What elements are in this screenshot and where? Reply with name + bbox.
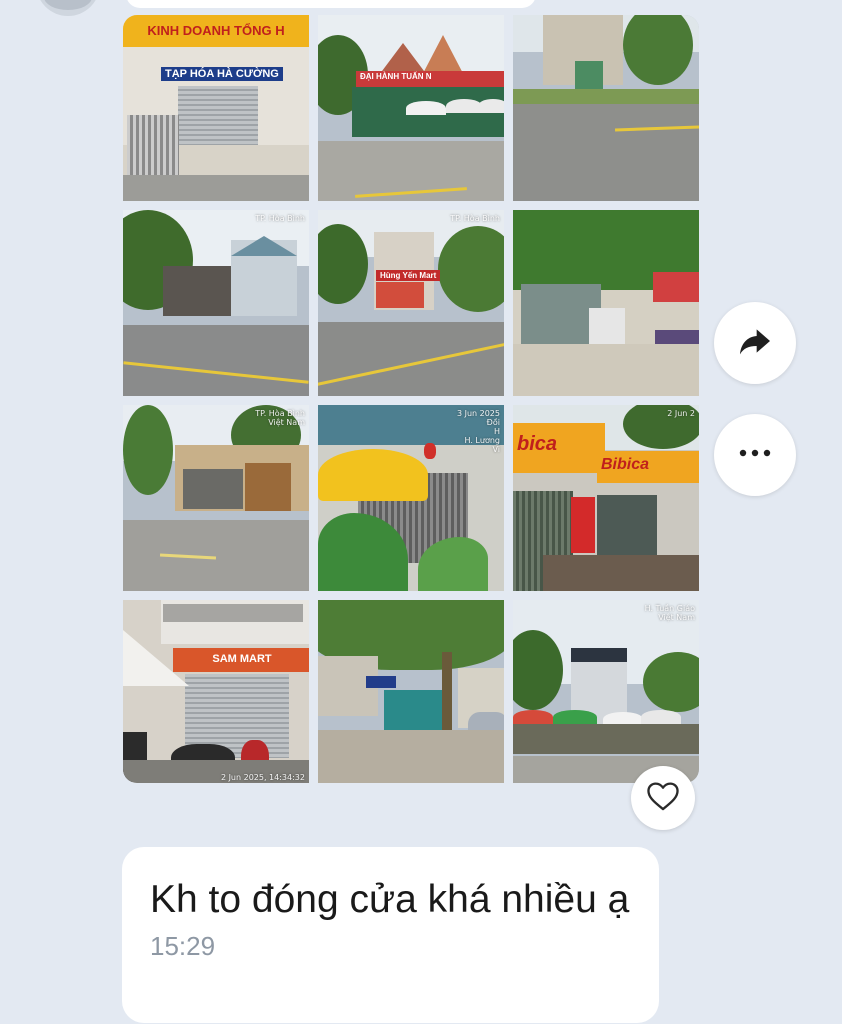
photo-thumbnail[interactable]: Hùng Yến Mart TP. Hòa Bình — [318, 210, 504, 396]
message-bubble[interactable]: Kh to đóng cửa khá nhiều ạ 15:29 — [122, 847, 659, 1023]
photo-location-stamp: TP. Hòa Bình Việt Nam — [255, 409, 305, 427]
photo-location-stamp: TP. Hòa Bình — [450, 214, 500, 223]
heart-outline-icon — [645, 780, 681, 817]
photo-thumbnail[interactable]: TP. Hòa Bình — [123, 210, 309, 396]
photo-location-stamp: H. Tuần Giáo Việt Nam — [644, 604, 695, 622]
message-text: Kh to đóng cửa khá nhiều ạ — [150, 878, 630, 921]
shop-sign: SAM MART — [173, 648, 309, 672]
share-arrow-icon — [735, 321, 775, 366]
photo-thumbnail[interactable]: 3 Jun 2025 Đồi H H. Lương Vi — [318, 405, 504, 591]
more-options-button[interactable] — [714, 414, 796, 496]
shop-sign-secondary: Bibica — [597, 451, 699, 483]
photo-thumbnail[interactable]: SAM MART 2 Jun 2025, 14:34:32 — [123, 600, 309, 783]
photo-location-stamp: 2 Jun 2 — [667, 409, 695, 418]
photo-thumbnail[interactable]: bica Bibica 2 Jun 2 — [513, 405, 699, 591]
photo-thumbnail[interactable] — [318, 600, 504, 783]
shop-sign: bica — [513, 423, 605, 473]
photo-thumbnail[interactable] — [513, 210, 699, 396]
share-button[interactable] — [714, 302, 796, 384]
photo-thumbnail[interactable]: KINH DOANH TỔNG H TẠP HÓA HÀ CƯỜNG — [123, 15, 309, 201]
photo-album-grid: KINH DOANH TỔNG H TẠP HÓA HÀ CƯỜNG ĐẠI H… — [123, 15, 699, 783]
photo-thumbnail[interactable] — [513, 15, 699, 201]
photo-thumbnail[interactable]: ĐẠI HÀNH TUẤN N — [318, 15, 504, 201]
like-button[interactable] — [631, 766, 695, 830]
photo-location-stamp: 3 Jun 2025 Đồi H H. Lương Vi — [456, 409, 500, 454]
shop-sign: Hùng Yến Mart — [376, 270, 441, 281]
sender-avatar[interactable] — [36, 0, 100, 16]
shop-sign: ĐẠI HÀNH TUẤN N — [356, 71, 504, 87]
more-horizontal-icon — [735, 446, 775, 464]
photo-timestamp: 2 Jun 2025, 14:34:32 — [220, 773, 305, 782]
previous-message-bubble — [126, 0, 536, 8]
shop-sign-top: KINH DOANH TỔNG H — [123, 15, 309, 47]
shop-sign: TẠP HÓA HÀ CƯỜNG — [161, 67, 283, 81]
message-timestamp: 15:29 — [150, 931, 216, 961]
photo-thumbnail[interactable]: H. Tuần Giáo Việt Nam — [513, 600, 699, 783]
photo-thumbnail[interactable]: TP. Hòa Bình Việt Nam — [123, 405, 309, 591]
photo-location-stamp: TP. Hòa Bình — [255, 214, 305, 223]
